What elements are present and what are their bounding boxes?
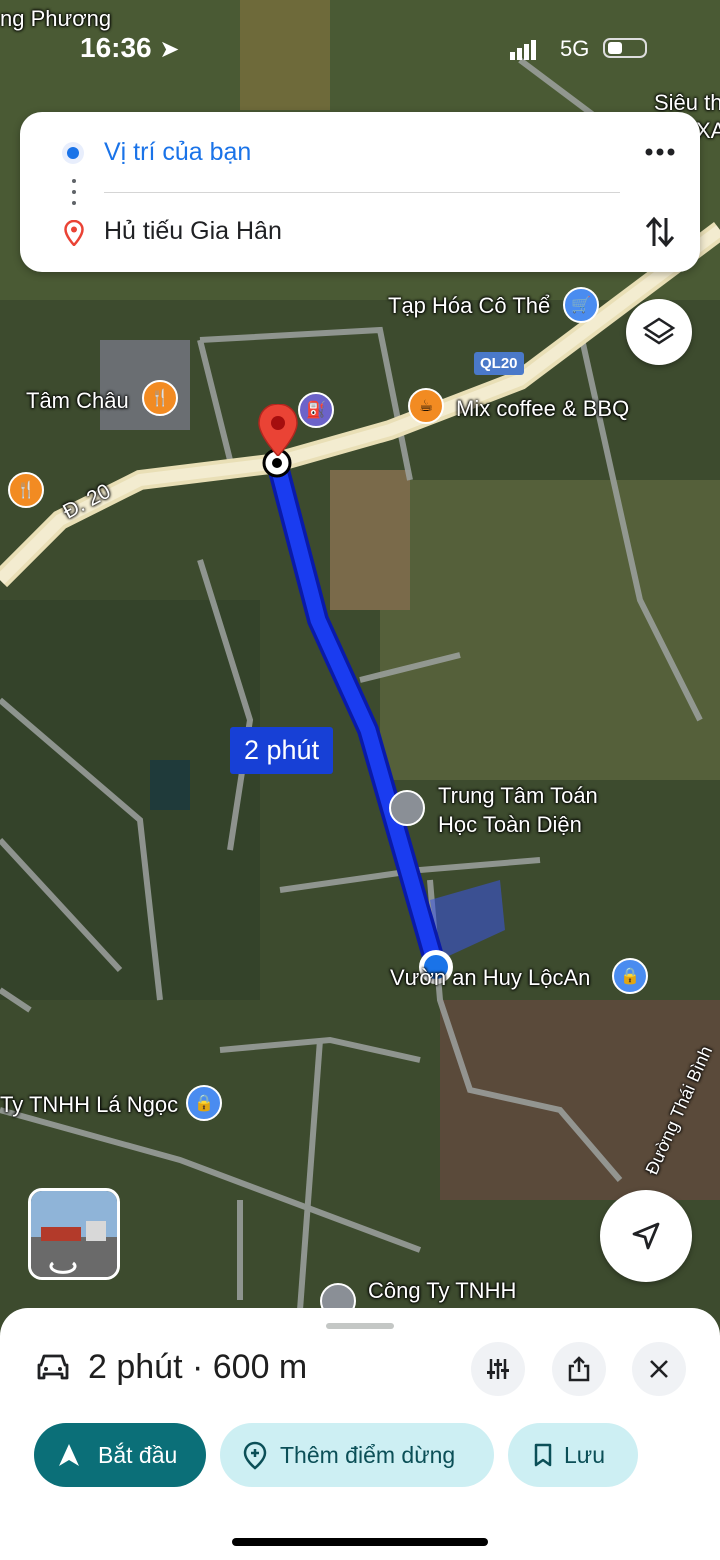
navigation-icon xyxy=(59,1444,79,1466)
poi-label[interactable]: Công Ty TNHH xyxy=(368,1278,516,1304)
poi-label[interactable]: Trung Tâm Toán xyxy=(438,783,598,809)
location-pin-icon xyxy=(64,220,84,246)
tune-icon xyxy=(487,1359,509,1379)
restaurant-icon[interactable]: 🍴 xyxy=(142,380,178,416)
origin-field[interactable]: Vị trí của bạn xyxy=(104,138,251,167)
my-location-button[interactable] xyxy=(600,1190,692,1282)
route-summary: 2 phút · 600 m xyxy=(88,1348,308,1386)
home-indicator[interactable] xyxy=(232,1538,488,1546)
swap-icon[interactable] xyxy=(644,214,676,250)
restaurant-icon[interactable]: 🍴 xyxy=(8,472,44,508)
layers-icon xyxy=(642,317,676,345)
gas-station-icon[interactable]: ⛽ xyxy=(298,392,334,428)
poi-label[interactable]: Vườn an Huy LộcAn xyxy=(390,965,590,991)
car-icon xyxy=(37,1354,69,1380)
poi-label[interactable]: Ty TNHH Lá Ngọc xyxy=(0,1092,178,1118)
close-button[interactable] xyxy=(632,1342,686,1396)
start-button[interactable]: Bắt đầu xyxy=(34,1423,206,1487)
poi-label[interactable]: Tâm Châu xyxy=(26,388,129,414)
destination-field[interactable]: Hủ tiếu Gia Hân xyxy=(104,217,282,246)
poi-label[interactable]: Mix coffee & BBQ xyxy=(456,396,629,422)
save-button[interactable]: Lưu xyxy=(508,1423,638,1487)
cafe-icon[interactable]: ☕ xyxy=(408,388,444,424)
sheet-handle[interactable] xyxy=(326,1323,394,1329)
network-type: 5G xyxy=(560,36,590,61)
vertical-dots-icon xyxy=(72,179,76,205)
battery-icon xyxy=(603,38,647,58)
shopping-cart-icon[interactable]: 🛒 xyxy=(563,287,599,323)
road-badge: QL20 xyxy=(474,352,524,375)
share-button[interactable] xyxy=(552,1342,606,1396)
eta-bubble[interactable]: 2 phút xyxy=(230,727,334,774)
place-label: ng Phương xyxy=(0,6,112,31)
bookmark-icon xyxy=(534,1443,552,1467)
route-card: Vị trí của bạn Hủ tiếu Gia Hân xyxy=(20,112,700,272)
more-options-icon[interactable] xyxy=(644,138,676,166)
shopping-bag-icon[interactable]: 🔒 xyxy=(186,1085,222,1121)
poi-label[interactable]: Tạp Hóa Cô Thể xyxy=(388,293,550,319)
poi-label[interactable]: Học Toàn Diện xyxy=(438,812,582,838)
close-icon xyxy=(650,1360,668,1378)
destination-pin-icon xyxy=(258,404,298,456)
shopping-bag-icon[interactable]: 🔒 xyxy=(612,958,648,994)
route-bottom-sheet: 2 phút · 600 m Bắt đầu Thêm điểm dừng Lư… xyxy=(0,1308,720,1560)
layers-button[interactable] xyxy=(626,299,692,365)
add-location-icon xyxy=(243,1441,267,1470)
signal-icon xyxy=(510,40,536,60)
status-time: 16:36 ➤ xyxy=(80,32,180,63)
street-view-thumbnail[interactable] xyxy=(28,1188,120,1280)
add-stop-button[interactable]: Thêm điểm dừng xyxy=(220,1423,494,1487)
divider xyxy=(104,192,620,193)
share-icon xyxy=(568,1356,590,1382)
start-button-label: Bắt đầu xyxy=(98,1441,178,1468)
add-stop-label: Thêm điểm dừng xyxy=(280,1441,456,1468)
save-label: Lưu xyxy=(564,1441,605,1468)
navigation-arrow-icon xyxy=(632,1222,660,1250)
origin-dot-icon xyxy=(62,142,84,164)
street-view-image xyxy=(31,1191,117,1277)
place-icon[interactable] xyxy=(389,790,425,826)
route-options-button[interactable] xyxy=(471,1342,525,1396)
